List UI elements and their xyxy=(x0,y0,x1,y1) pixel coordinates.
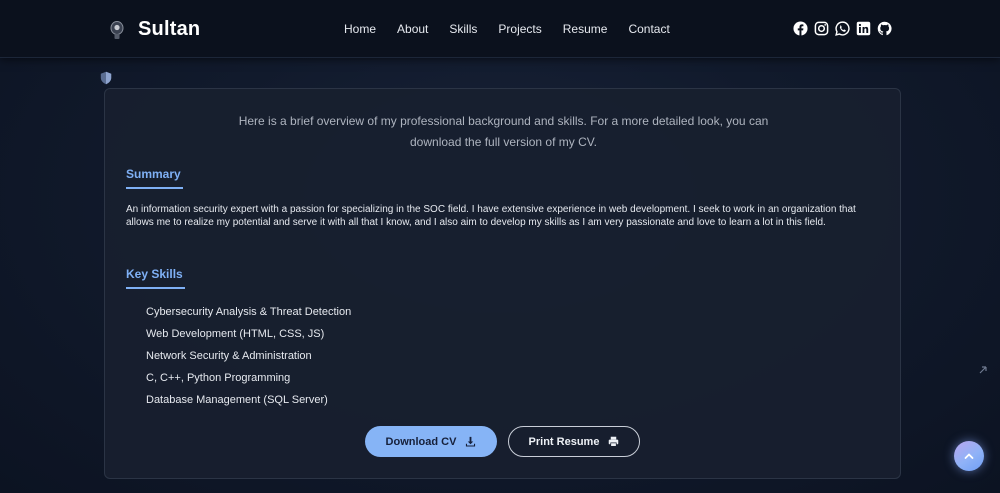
navbar: Sultan Home About Skills Projects Resume… xyxy=(0,0,1000,58)
whatsapp-icon[interactable] xyxy=(835,21,850,36)
nav-skills[interactable]: Skills xyxy=(449,22,477,36)
facebook-icon[interactable] xyxy=(793,21,808,36)
skills-list: Cybersecurity Analysis & Threat Detectio… xyxy=(146,301,351,411)
linkedin-icon[interactable] xyxy=(856,21,871,36)
nav-home[interactable]: Home xyxy=(344,22,376,36)
logo-icon[interactable] xyxy=(108,20,126,40)
download-cv-button[interactable]: Download CV xyxy=(365,426,497,457)
printer-icon xyxy=(609,436,619,447)
intro-line-2: download the full version of my CV. xyxy=(410,135,597,149)
key-skills-heading: Key Skills xyxy=(126,267,185,289)
resume-card: Here is a brief overview of my professio… xyxy=(104,88,901,479)
nav-contact[interactable]: Contact xyxy=(628,22,669,36)
skill-item: Network Security & Administration xyxy=(146,350,312,362)
download-icon xyxy=(466,436,476,447)
summary-heading: Summary xyxy=(126,167,183,189)
resume-intro: Here is a brief overview of my professio… xyxy=(105,111,902,153)
download-cv-label: Download CV xyxy=(385,435,457,448)
chevron-up-icon xyxy=(964,453,974,459)
nav-about[interactable]: About xyxy=(397,22,428,36)
nav-resume[interactable]: Resume xyxy=(563,22,608,36)
nav-projects[interactable]: Projects xyxy=(498,22,541,36)
skill-item: Database Management (SQL Server) xyxy=(146,394,328,406)
nav-menu: Home About Skills Projects Resume Contac… xyxy=(344,22,670,36)
skill-item: Web Development (HTML, CSS, JS) xyxy=(146,328,325,340)
cursor-icon xyxy=(979,366,987,374)
print-resume-label: Print Resume xyxy=(528,435,600,448)
instagram-icon[interactable] xyxy=(814,21,829,36)
social-links xyxy=(793,21,892,36)
scroll-to-top-button[interactable] xyxy=(954,441,984,471)
print-resume-button[interactable]: Print Resume xyxy=(508,426,640,457)
skill-item: Cybersecurity Analysis & Threat Detectio… xyxy=(146,306,352,318)
skill-item: C, C++, Python Programming xyxy=(146,372,291,384)
shield-icon xyxy=(100,71,112,85)
summary-text: An information security expert with a pa… xyxy=(126,204,856,228)
github-icon[interactable] xyxy=(877,21,892,36)
intro-line-1: Here is a brief overview of my professio… xyxy=(238,114,769,128)
brand-name[interactable]: Sultan xyxy=(138,18,200,41)
